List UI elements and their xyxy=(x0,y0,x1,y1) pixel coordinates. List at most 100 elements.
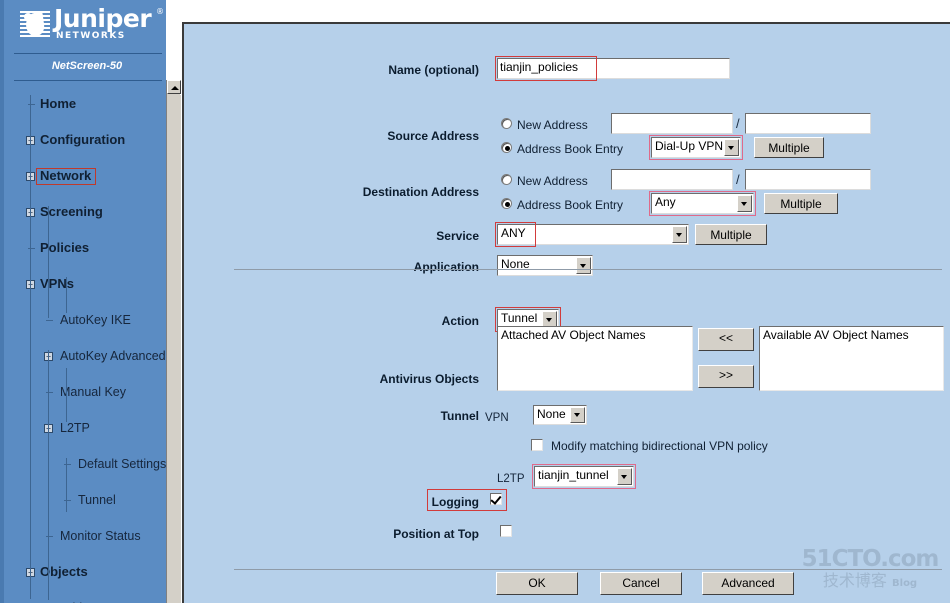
source-address-book-entry-label: Address Book Entry xyxy=(517,142,624,156)
sidebar-item-label: Manual Key xyxy=(60,385,127,399)
sidebar-item-label: VPNs xyxy=(40,276,74,291)
application-label: Application xyxy=(413,260,479,274)
brand-subtitle: NETWORKS xyxy=(56,31,126,41)
l2tp-select[interactable]: tianjin_tunnel xyxy=(534,466,634,487)
tunnel-vpn-select[interactable]: None xyxy=(533,405,587,425)
section-divider xyxy=(234,269,942,270)
policy-configuration-panel: Name (optional) tianjin_policies Source … xyxy=(182,22,950,603)
scrollbar-track[interactable] xyxy=(167,95,181,603)
dest-address-book-entry-select[interactable]: Any xyxy=(651,193,754,214)
watermark-line-1: 51CTO.com xyxy=(801,546,940,572)
sidebar-nav-list: Home +Configuration +Network +Screening Poli… xyxy=(4,95,166,603)
chevron-down-icon[interactable] xyxy=(724,139,739,156)
chevron-down-icon[interactable] xyxy=(576,257,591,274)
service-select[interactable]: ANY xyxy=(497,224,689,245)
tree-connector xyxy=(30,95,31,599)
tree-branch-icon xyxy=(46,320,53,321)
source-abe-value: Dial-Up VPN xyxy=(655,139,724,153)
tree-connector xyxy=(48,206,49,318)
position-at-top-label: Position at Top xyxy=(393,527,479,541)
name-input[interactable]: tianjin_policies xyxy=(497,58,730,79)
chevron-down-icon[interactable] xyxy=(570,407,585,423)
source-new-address-ip-input[interactable] xyxy=(611,113,733,134)
juniper-logo-icon xyxy=(20,9,50,39)
sidebar-item-configuration[interactable]: +Configuration xyxy=(4,131,166,149)
source-new-address-label: New Address xyxy=(517,118,588,132)
source-address-book-entry-radio[interactable] xyxy=(501,142,512,153)
available-av-objects-listbox[interactable]: Available AV Object Names xyxy=(759,326,944,391)
sidebar-item-label: Addresses xyxy=(60,599,119,603)
sidebar-item-screening[interactable]: +Screening xyxy=(4,203,166,221)
watermark-line-2: 技术博客 xyxy=(822,571,887,590)
service-value: ANY xyxy=(501,226,526,240)
name-label: Name (optional) xyxy=(388,63,479,77)
sidebar-scrollbar[interactable] xyxy=(166,80,181,603)
source-new-address-radio[interactable] xyxy=(501,118,512,129)
sidebar-item-l2tp[interactable]: −L2TP xyxy=(4,419,166,437)
logging-label: Logging xyxy=(431,495,479,509)
tunnel-label: Tunnel xyxy=(440,409,479,423)
l2tp-label: L2TP xyxy=(497,473,525,485)
brand-name: Juniper xyxy=(54,4,152,33)
sidebar-item-tunnel[interactable]: Tunnel xyxy=(4,491,166,509)
tree-connector xyxy=(66,368,67,422)
source-multiple-button[interactable]: Multiple xyxy=(754,137,824,158)
dest-multiple-button[interactable]: Multiple xyxy=(764,193,838,214)
advanced-button[interactable]: Advanced xyxy=(702,572,794,595)
av-move-right-button[interactable]: >> xyxy=(698,365,754,388)
sidebar-item-autokey-ike[interactable]: AutoKey IKE xyxy=(4,311,166,329)
device-model-label: NetScreen-50 xyxy=(51,60,123,72)
list-item[interactable]: Available AV Object Names xyxy=(760,327,943,344)
chevron-down-icon[interactable] xyxy=(617,468,632,485)
application-select[interactable]: None xyxy=(497,255,593,276)
cancel-button[interactable]: Cancel xyxy=(600,572,682,595)
destination-address-label: Destination Address xyxy=(362,185,479,199)
sidebar-item-label: Network xyxy=(40,168,92,183)
sidebar-item-monitor-status[interactable]: Monitor Status xyxy=(4,527,166,545)
dest-address-book-entry-label: Address Book Entry xyxy=(517,198,624,212)
attached-av-objects-listbox[interactable]: Attached AV Object Names xyxy=(497,326,693,391)
dest-new-address-mask-input[interactable] xyxy=(745,169,871,190)
sidebar-item-label: L2TP xyxy=(60,421,90,435)
logging-checkbox[interactable] xyxy=(490,493,502,505)
source-slash-separator: / xyxy=(736,116,740,131)
source-address-book-entry-select[interactable]: Dial-Up VPN xyxy=(651,137,741,158)
sidebar-item-policies[interactable]: Policies xyxy=(4,239,166,257)
action-value: Tunnel xyxy=(501,311,538,325)
sidebar-item-vpns[interactable]: −VPNs xyxy=(4,275,166,293)
dest-new-address-ip-input[interactable] xyxy=(611,169,733,190)
sidebar-item-objects[interactable]: −Objects xyxy=(4,563,166,581)
list-item[interactable]: Attached AV Object Names xyxy=(498,327,692,344)
application-window: Juniper ® NETWORKS NetScreen-50 Home +Con… xyxy=(0,0,950,603)
service-label: Service xyxy=(436,229,479,243)
dest-new-address-radio[interactable] xyxy=(501,174,512,185)
juniper-logo: Juniper ® NETWORKS xyxy=(20,4,164,46)
sidebar-item-addresses[interactable]: −Addresses xyxy=(4,599,166,603)
service-multiple-button[interactable]: Multiple xyxy=(695,224,767,245)
tunnel-vpn-value: None xyxy=(537,407,566,421)
modify-bidirectional-checkbox[interactable] xyxy=(531,439,543,451)
sidebar-item-manual-key[interactable]: Manual Key xyxy=(4,383,166,401)
divider xyxy=(14,80,162,81)
ok-button[interactable]: OK xyxy=(496,572,578,595)
sidebar-item-default-settings[interactable]: Default Settings xyxy=(4,455,166,473)
sidebar-item-home[interactable]: Home xyxy=(4,95,166,113)
chevron-down-icon[interactable] xyxy=(672,226,687,243)
av-move-left-button[interactable]: << xyxy=(698,328,754,351)
tree-connector xyxy=(66,277,67,313)
dest-address-book-entry-radio[interactable] xyxy=(501,198,512,209)
source-new-address-mask-input[interactable] xyxy=(745,113,871,134)
sidebar-item-network[interactable]: +Network xyxy=(4,167,166,185)
sidebar-item-label: Configuration xyxy=(40,132,126,147)
l2tp-value: tianjin_tunnel xyxy=(538,468,609,482)
chevron-down-icon[interactable] xyxy=(737,195,752,212)
navigation-sidebar: Juniper ® NETWORKS NetScreen-50 Home +Con… xyxy=(0,0,166,603)
sidebar-item-label: AutoKey IKE xyxy=(60,313,131,327)
sidebar-item-label: Home xyxy=(40,96,77,111)
position-at-top-checkbox[interactable] xyxy=(500,525,512,537)
footer-divider xyxy=(234,569,942,570)
sidebar-item-label: AutoKey Advanced xyxy=(60,349,166,363)
sidebar-item-autokey-advanced[interactable]: +AutoKey Advanced xyxy=(4,347,166,365)
scroll-up-button[interactable] xyxy=(167,80,181,94)
watermark: 51CTO.com 技术博客 Blog xyxy=(794,547,946,599)
